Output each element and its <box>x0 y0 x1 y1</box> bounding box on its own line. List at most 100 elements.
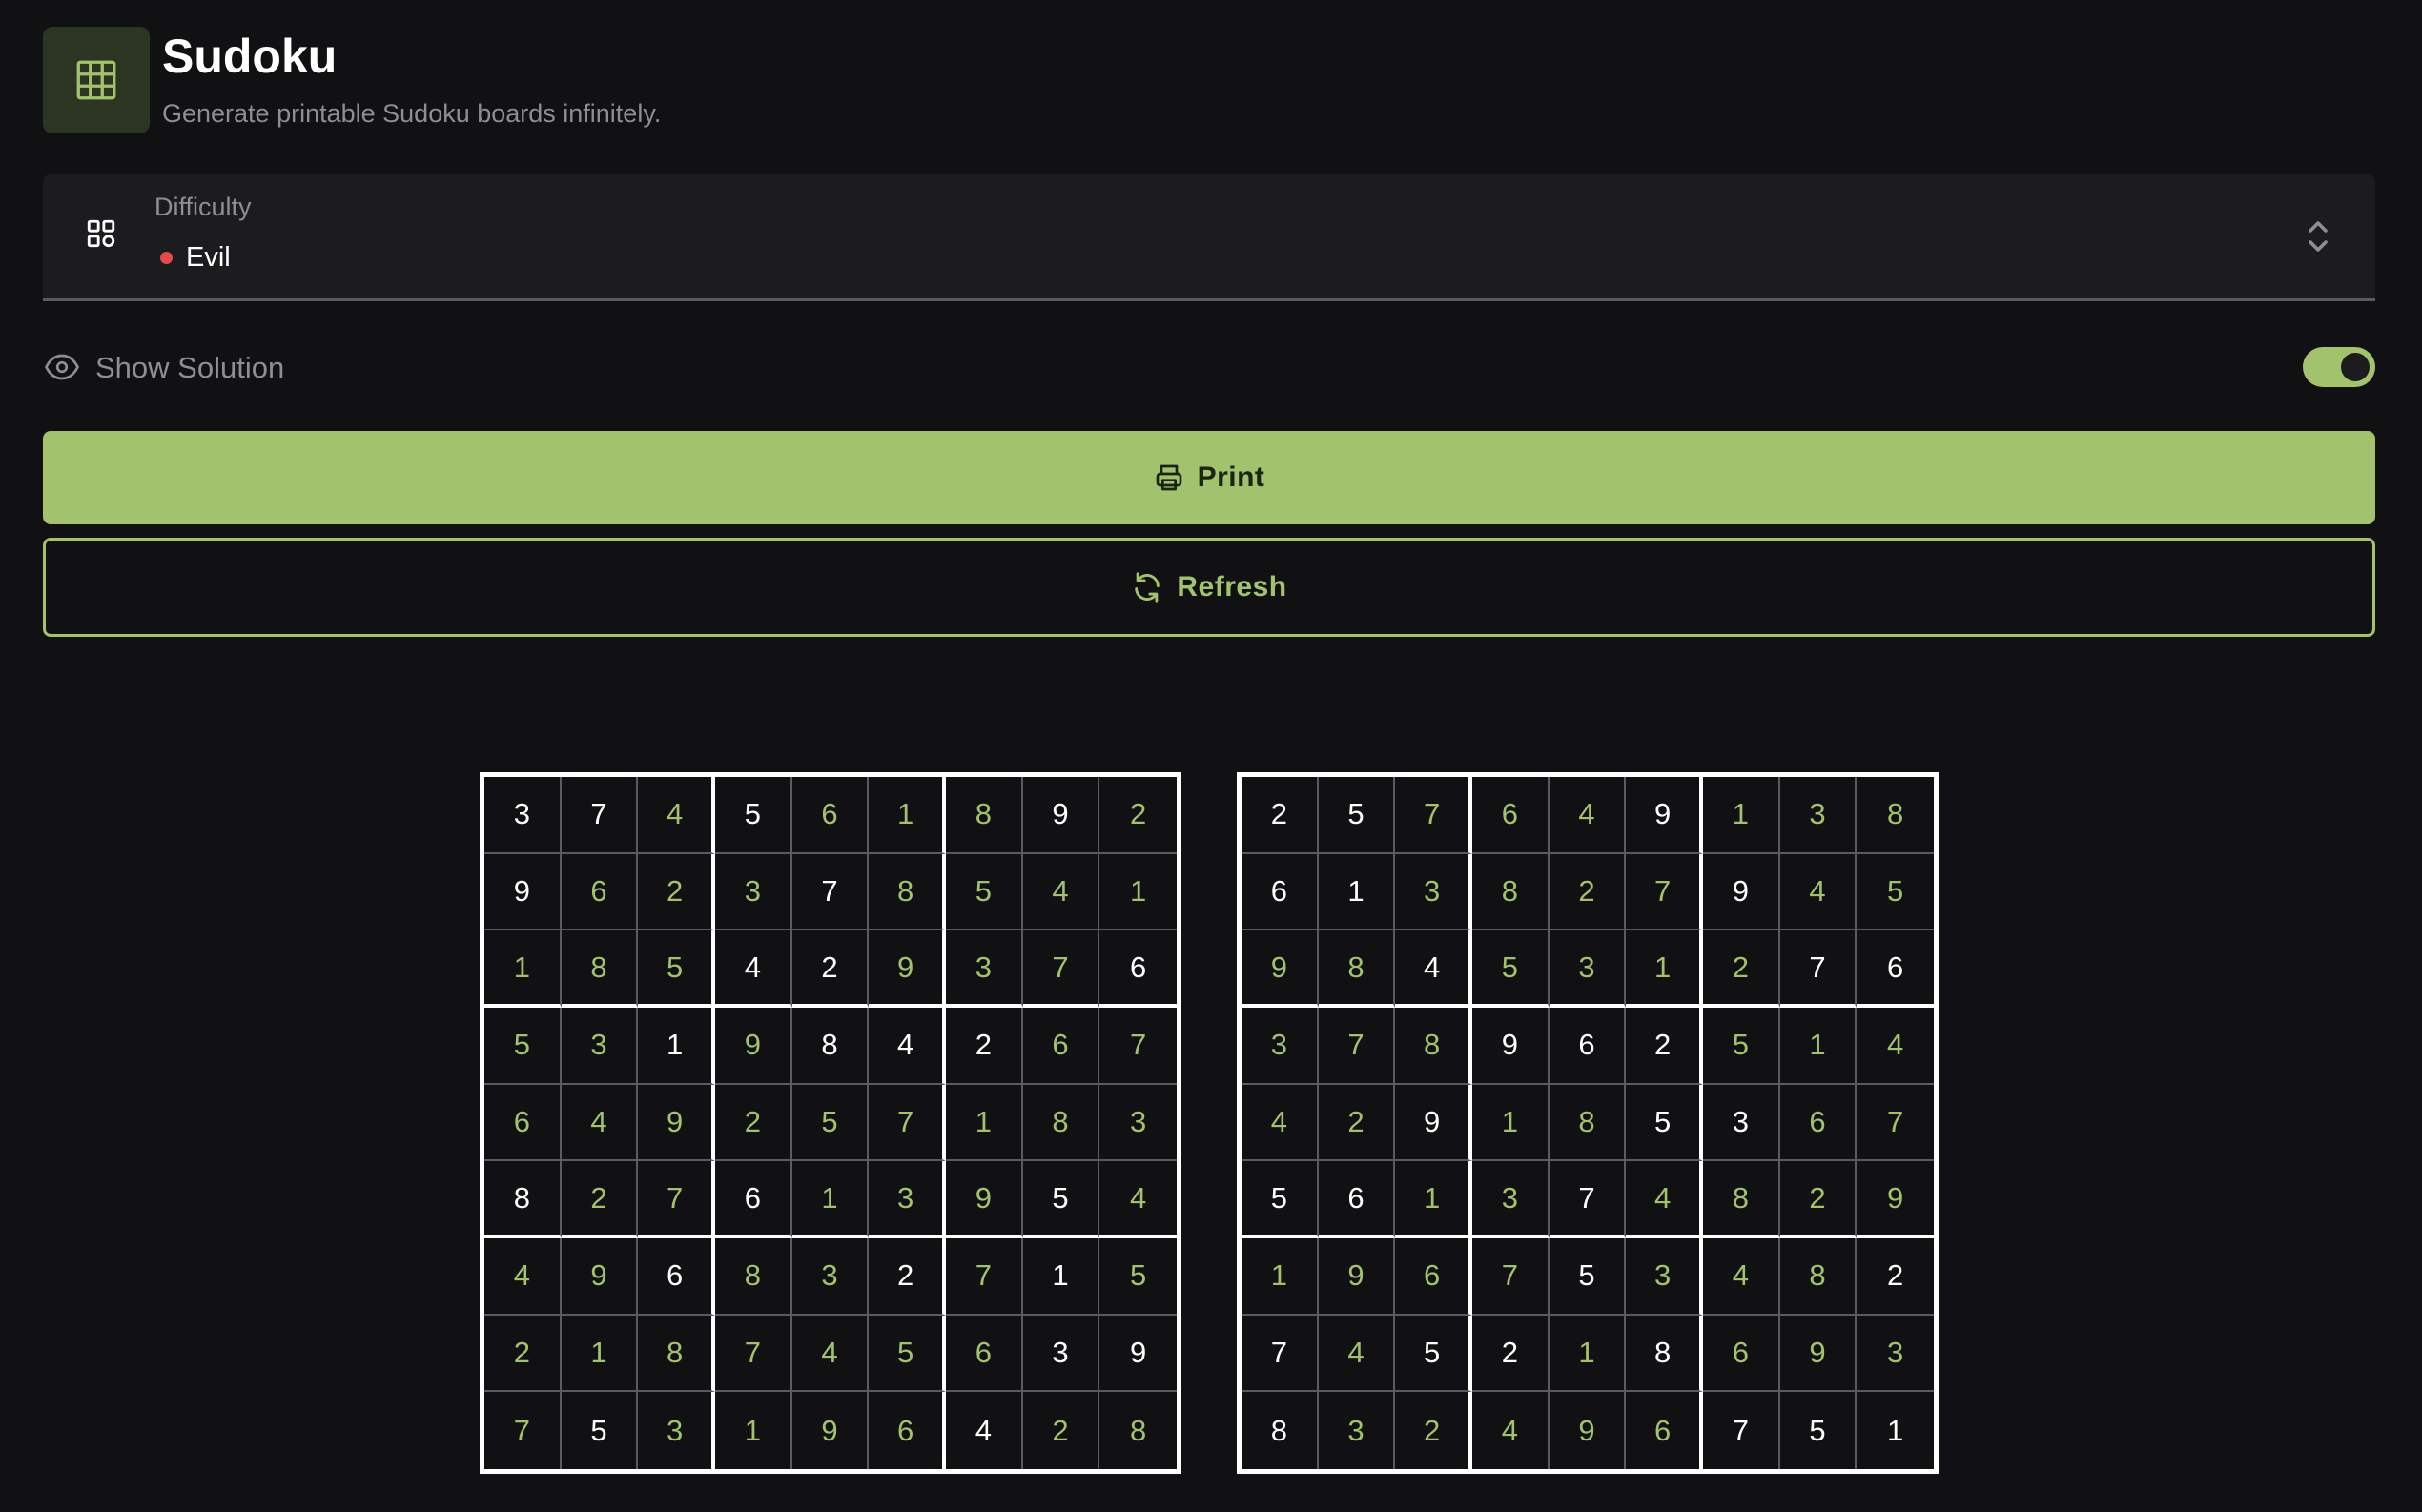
sudoku-cell: 6 <box>1318 1161 1396 1238</box>
sudoku-cell: 1 <box>1022 1237 1100 1316</box>
sudoku-cell: 4 <box>1702 1237 1780 1316</box>
sudoku-cell: 2 <box>1023 1392 1100 1469</box>
sudoku-cell: 9 <box>484 853 562 931</box>
sudoku-cell: 6 <box>1022 1007 1100 1085</box>
sudoku-cell: 4 <box>946 1392 1023 1469</box>
sudoku-cell: 6 <box>791 777 870 854</box>
sudoku-cell: 6 <box>945 1315 1023 1393</box>
sudoku-cell: 9 <box>1702 853 1780 931</box>
sudoku-cell: 8 <box>1857 777 1934 854</box>
sudoku-cell: 8 <box>1779 1237 1858 1316</box>
sudoku-cell: 2 <box>945 1007 1023 1085</box>
sudoku-cell: 7 <box>1022 930 1100 1008</box>
sudoku-cell: 2 <box>1471 1315 1550 1393</box>
sudoku-cell: 2 <box>1318 1084 1396 1162</box>
sudoku-cell: 9 <box>1395 1084 1472 1162</box>
sudoku-cell: 4 <box>714 930 792 1008</box>
sudoku-cell: 7 <box>638 1161 715 1238</box>
sudoku-cell: 3 <box>484 777 562 854</box>
sudoku-cell: 3 <box>1549 930 1627 1008</box>
sudoku-cell: 7 <box>791 853 870 931</box>
page-title: Sudoku <box>162 30 338 83</box>
show-solution-toggle[interactable] <box>2303 347 2375 387</box>
eye-icon <box>45 354 79 380</box>
sudoku-cell: 2 <box>1242 777 1319 854</box>
sudoku-cell: 4 <box>1779 853 1858 931</box>
sudoku-cell: 1 <box>1318 853 1396 931</box>
sudoku-cell: 7 <box>714 1315 792 1393</box>
sudoku-cell: 1 <box>1702 777 1780 854</box>
sudoku-cell: 2 <box>791 930 870 1008</box>
sudoku-cell: 3 <box>1099 1085 1177 1162</box>
sudoku-cell: 6 <box>869 1392 946 1469</box>
sudoku-cell: 6 <box>714 1161 792 1238</box>
sudoku-cell: 8 <box>1242 1392 1319 1469</box>
refresh-icon <box>1135 572 1160 603</box>
sudoku-cell: 6 <box>1702 1315 1780 1393</box>
sudoku-cell: 9 <box>945 1161 1023 1238</box>
sudoku-cell: 1 <box>715 1392 792 1469</box>
sudoku-cell: 8 <box>484 1161 562 1238</box>
sudoku-cell: 3 <box>1242 1007 1319 1085</box>
sudoku-cell: 6 <box>1626 1392 1703 1469</box>
sudoku-cell: 8 <box>1022 1084 1100 1162</box>
sudoku-cell: 3 <box>638 1392 715 1469</box>
sudoku-cell: 5 <box>1549 1237 1627 1316</box>
sudoku-board-puzzle: 3745618929623785411854293765319842676492… <box>480 772 1181 1474</box>
sudoku-cell: 9 <box>1099 1316 1177 1393</box>
difficulty-label: Difficulty <box>154 193 252 221</box>
sudoku-cell: 7 <box>1857 1085 1934 1162</box>
sudoku-cell: 4 <box>1472 1392 1550 1469</box>
sudoku-cell: 2 <box>1857 1238 1934 1316</box>
sudoku-cell: 8 <box>1471 853 1550 931</box>
sudoku-cell: 8 <box>638 1315 715 1393</box>
sudoku-cell: 9 <box>561 1237 639 1316</box>
sudoku-cell: 7 <box>945 1237 1023 1316</box>
sudoku-cell: 9 <box>1779 1315 1858 1393</box>
sudoku-cell: 9 <box>1242 930 1319 1008</box>
sudoku-cell: 3 <box>714 853 792 931</box>
sudoku-cell: 8 <box>714 1237 792 1316</box>
sudoku-cell: 5 <box>945 853 1023 931</box>
difficulty-select[interactable]: Difficulty Evil <box>43 174 2375 301</box>
sudoku-cell: 4 <box>561 1084 639 1162</box>
sudoku-cell: 5 <box>869 1315 946 1393</box>
sudoku-cell: 1 <box>1779 1007 1858 1085</box>
sudoku-cell: 3 <box>1319 1392 1396 1469</box>
sudoku-cell: 2 <box>1549 853 1627 931</box>
sudoku-cell: 7 <box>484 1392 562 1469</box>
sudoku-cell: 4 <box>638 777 715 854</box>
sudoku-cell: 6 <box>561 853 639 931</box>
toggle-knob <box>2341 353 2370 381</box>
sudoku-cell: 3 <box>1626 1237 1703 1316</box>
sudoku-cell: 1 <box>1242 1237 1319 1316</box>
page-subtitle: Generate printable Sudoku boards infinit… <box>162 99 662 128</box>
sudoku-cell: 7 <box>869 1084 946 1162</box>
sudoku-cell: 6 <box>1471 777 1550 854</box>
sudoku-cell: 4 <box>1549 777 1627 854</box>
sudoku-cell: 8 <box>1626 1315 1703 1393</box>
sudoku-cell: 8 <box>869 853 946 931</box>
sudoku-cell: 6 <box>1395 1237 1472 1316</box>
sudoku-cell: 5 <box>1857 854 1934 931</box>
sudoku-cell: 5 <box>791 1084 870 1162</box>
difficulty-value: Evil <box>154 240 231 275</box>
sudoku-cell: 2 <box>1702 930 1780 1008</box>
sudoku-cell: 5 <box>638 930 715 1008</box>
sudoku-cell: 9 <box>714 1007 792 1085</box>
sudoku-cell: 6 <box>484 1084 562 1162</box>
sudoku-cell: 9 <box>792 1392 870 1469</box>
sudoku-cell: 8 <box>1702 1161 1780 1238</box>
print-button-label: Print <box>1197 461 1265 493</box>
sudoku-cell: 8 <box>1395 1007 1472 1085</box>
refresh-button[interactable]: Refresh <box>43 538 2375 637</box>
sudoku-cell: 7 <box>1471 1237 1550 1316</box>
print-button[interactable]: Print <box>43 431 2375 524</box>
sudoku-cell: 3 <box>1702 1084 1780 1162</box>
sudoku-cell: 5 <box>1780 1392 1858 1469</box>
sudoku-cell: 9 <box>1626 777 1703 854</box>
sudoku-cell: 5 <box>1702 1007 1780 1085</box>
sudoku-cell: 2 <box>1099 777 1177 854</box>
sudoku-cell: 5 <box>1318 777 1396 854</box>
sudoku-cell: 2 <box>638 853 715 931</box>
